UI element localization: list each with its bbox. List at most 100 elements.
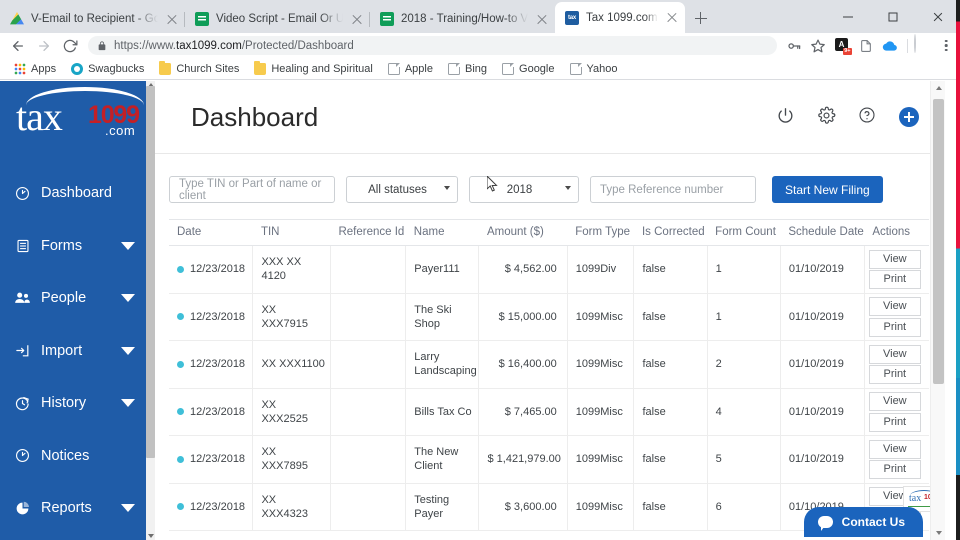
cell-schedule-date: 01/10/2019 bbox=[780, 435, 865, 484]
sidebar-item-people[interactable]: People bbox=[0, 272, 155, 325]
back-arrow-icon[interactable] bbox=[6, 34, 30, 58]
chrome-menu-icon[interactable] bbox=[938, 35, 954, 57]
bookmark-swagbucks[interactable]: Swagbucks bbox=[65, 61, 150, 77]
scroll-down-icon[interactable] bbox=[146, 531, 155, 540]
chevron-down-icon[interactable] bbox=[121, 346, 135, 355]
chevron-down-icon[interactable] bbox=[121, 294, 135, 303]
sidebar-item-forms[interactable]: Forms bbox=[0, 220, 155, 273]
bookmark-label: Swagbucks bbox=[88, 62, 145, 75]
reference-number-input[interactable]: Type Reference number bbox=[590, 176, 756, 203]
tab-close-icon[interactable] bbox=[165, 12, 179, 26]
search-input[interactable]: Type TIN or Part of name or client bbox=[169, 176, 335, 203]
star-icon[interactable] bbox=[807, 35, 829, 57]
col-header-form-count[interactable]: Form Count bbox=[707, 219, 781, 246]
browser-tab[interactable]: Video Script - Email Or USPS Ma bbox=[184, 5, 370, 33]
bookmark-google[interactable]: Google bbox=[496, 61, 560, 77]
status-select[interactable]: All statuses bbox=[346, 176, 458, 203]
address-bar[interactable]: https://www.tax1099.com/Protected/Dashbo… bbox=[88, 36, 777, 55]
view-button[interactable]: View bbox=[868, 249, 921, 269]
print-button[interactable]: Print bbox=[868, 365, 921, 384]
col-header-is-corrected[interactable]: Is Corrected bbox=[633, 219, 708, 246]
avatar[interactable] bbox=[914, 33, 936, 57]
col-header-schedule-date[interactable]: Schedule Date bbox=[780, 219, 865, 246]
tab-close-icon[interactable] bbox=[350, 12, 364, 26]
chevron-down-icon[interactable] bbox=[121, 241, 135, 250]
bookmark-healing-and-spiritual[interactable]: Healing and Spiritual bbox=[248, 61, 379, 77]
sidebar-item-reports[interactable]: Reports bbox=[0, 482, 155, 535]
bookmark-church-sites[interactable]: Church Sites bbox=[153, 61, 245, 77]
cell-form-type: 1099Misc bbox=[567, 435, 635, 484]
key-icon[interactable] bbox=[783, 35, 805, 57]
sidebar-item-notices[interactable]: Notices bbox=[0, 430, 155, 483]
print-button[interactable]: Print bbox=[868, 460, 921, 479]
table-row[interactable]: 12/23/2018 XX XXX7895 The New Client $ 1… bbox=[169, 435, 929, 484]
table-row[interactable]: 12/23/2018 XX XXX7915 The Ski Shop $ 15,… bbox=[169, 293, 929, 341]
sidebar-item-history[interactable]: History bbox=[0, 377, 155, 430]
minimize-icon[interactable] bbox=[825, 0, 870, 33]
scroll-down-icon[interactable] bbox=[931, 525, 946, 540]
bookmark-apps[interactable]: Apps bbox=[8, 61, 62, 77]
chevron-down-icon bbox=[444, 186, 450, 190]
col-header-amount[interactable]: Amount ($) bbox=[478, 219, 568, 246]
maximize-icon[interactable] bbox=[870, 0, 915, 33]
page-scrollbar[interactable] bbox=[930, 81, 945, 540]
cell-amount: $ 15,000.00 bbox=[478, 293, 568, 341]
gauge-icon bbox=[14, 185, 31, 202]
cell-actions: View Print bbox=[864, 245, 929, 294]
col-header-tin[interactable]: TIN bbox=[252, 219, 331, 246]
bookmark-apple[interactable]: Apple bbox=[382, 61, 439, 77]
scroll-up-icon[interactable] bbox=[931, 81, 946, 96]
sidebar-item-import[interactable]: Import bbox=[0, 325, 155, 378]
adblock-extension-icon[interactable]: A 9+ bbox=[831, 35, 853, 57]
start-new-filing-button[interactable]: Start New Filing bbox=[772, 176, 883, 203]
chevron-down-icon[interactable] bbox=[121, 504, 135, 513]
tab-close-icon[interactable] bbox=[665, 11, 679, 25]
bookmark-bing[interactable]: Bing bbox=[442, 61, 493, 77]
browser-tab[interactable]: 2018 - Training/How-to Video - bbox=[369, 5, 555, 33]
forward-arrow-icon[interactable] bbox=[32, 34, 56, 58]
reload-icon[interactable] bbox=[58, 34, 82, 58]
url-path: /Protected/Dashboard bbox=[241, 39, 354, 52]
cell-amount: $ 4,562.00 bbox=[478, 245, 568, 294]
print-button[interactable]: Print bbox=[868, 317, 921, 337]
table-row[interactable]: 12/23/2018 XXX XX 4120 Payer111 $ 4,562.… bbox=[169, 245, 929, 294]
col-header-date[interactable]: Date bbox=[169, 219, 253, 246]
view-button[interactable]: View bbox=[868, 297, 921, 316]
window-controls bbox=[825, 0, 960, 33]
cell-form-type: 1099Misc bbox=[567, 483, 635, 531]
view-button[interactable]: View bbox=[868, 392, 921, 411]
browser-tab[interactable]: V-Email to Recipient - Google Dr bbox=[0, 5, 185, 33]
col-header-form-type[interactable]: Form Type bbox=[567, 219, 634, 246]
brand-logo[interactable]: tax 1099 .com bbox=[0, 81, 155, 153]
cell-amount: $ 16,400.00 bbox=[478, 340, 568, 389]
help-circle-icon[interactable] bbox=[858, 106, 880, 128]
page-title: Dashboard bbox=[191, 101, 319, 132]
chevron-down-icon[interactable] bbox=[121, 399, 135, 408]
contact-us-button[interactable]: Contact Us bbox=[803, 507, 923, 537]
table-row[interactable]: 12/23/2018 XX XXX1100 Larry Landscaping … bbox=[169, 340, 929, 389]
view-button[interactable]: View bbox=[868, 439, 921, 459]
sidebar: tax 1099 .com Dashboard Forms People Imp… bbox=[0, 81, 155, 540]
scrollbar-thumb[interactable] bbox=[933, 99, 944, 384]
sidebar-item-dashboard[interactable]: Dashboard bbox=[0, 167, 155, 220]
year-select[interactable]: 2018 bbox=[469, 176, 579, 203]
tab-close-icon[interactable] bbox=[535, 12, 549, 26]
cell-form-type: 1099Misc bbox=[567, 293, 635, 341]
view-button[interactable]: View bbox=[868, 344, 921, 364]
browser-tab-active[interactable]: tax Tax 1099.com bbox=[555, 2, 685, 33]
print-button[interactable]: Print bbox=[868, 412, 921, 432]
cloud-extension-icon[interactable] bbox=[879, 35, 901, 57]
power-icon[interactable] bbox=[776, 106, 798, 128]
new-tab-button[interactable] bbox=[688, 5, 714, 31]
add-circle-icon[interactable] bbox=[899, 107, 919, 127]
col-header-name[interactable]: Name bbox=[405, 219, 479, 246]
bookmark-yahoo[interactable]: Yahoo bbox=[564, 61, 624, 77]
table-row[interactable]: 12/23/2018 XX XXX2525 Bills Tax Co $ 7,4… bbox=[169, 388, 929, 436]
close-icon[interactable] bbox=[915, 0, 960, 33]
print-button[interactable]: Print bbox=[868, 270, 921, 289]
scrollbar-thumb[interactable] bbox=[146, 86, 155, 458]
sidebar-scrollbar[interactable] bbox=[146, 81, 155, 540]
col-header-reference-id[interactable]: Reference Id bbox=[330, 219, 406, 246]
page-extension-icon[interactable] bbox=[855, 35, 877, 57]
gear-icon[interactable] bbox=[817, 106, 839, 128]
